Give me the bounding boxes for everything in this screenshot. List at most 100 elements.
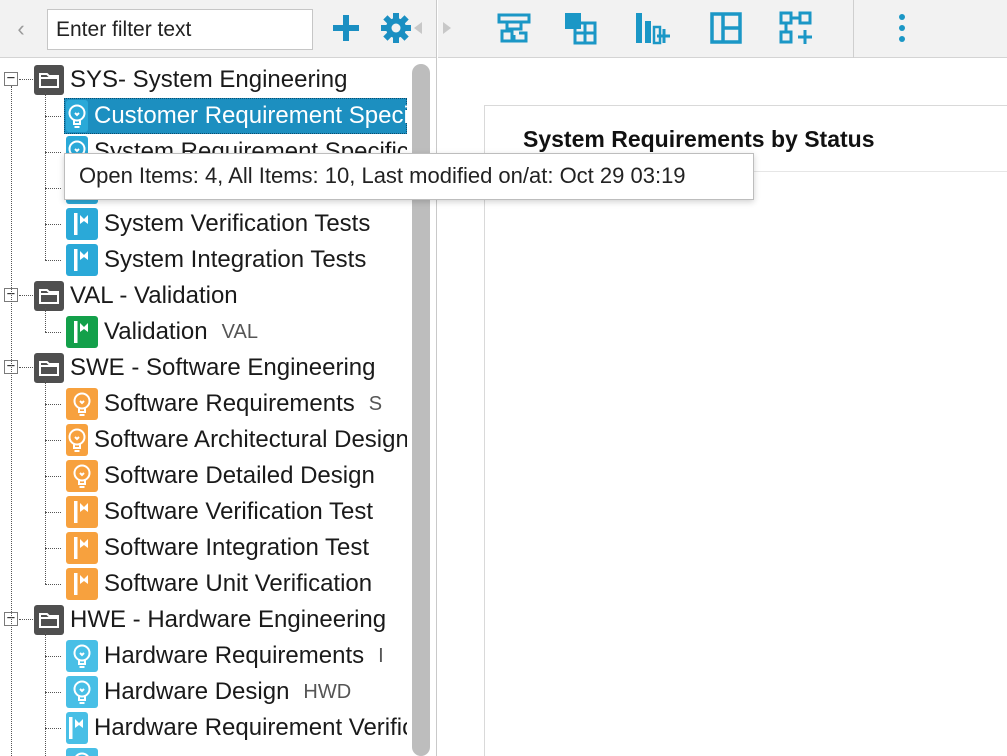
tree-item[interactable] (0, 746, 407, 756)
scroll-right-icon[interactable] (443, 22, 451, 34)
tree-item-key: I (378, 644, 384, 667)
tree-item-label: Software Architectural Design (94, 426, 407, 453)
folder-icon (34, 353, 64, 383)
chevron-left-icon[interactable]: ‹ (10, 14, 32, 44)
test-flag-icon (66, 568, 98, 600)
plus-icon[interactable] (326, 8, 366, 48)
test-flag-icon (66, 496, 98, 528)
requirement-bulb-icon (66, 676, 98, 708)
requirement-bulb-icon (66, 100, 88, 132)
tree-item-label: Software Integration Test (104, 534, 370, 561)
tree-item-label: Customer Requirement Specification (94, 102, 407, 129)
widget-card: System Requirements by Status (484, 105, 1007, 756)
tree-connector (19, 79, 33, 80)
tree-connector (45, 152, 61, 153)
gear-icon[interactable] (376, 8, 416, 48)
tree-item[interactable]: Software Requirements S (0, 386, 407, 422)
tree-connector (45, 260, 61, 261)
tree-item-tooltip: Open Items: 4, All Items: 10, Last modif… (64, 153, 754, 200)
tree-item[interactable]: Hardware Requirement Verification (0, 710, 407, 746)
folder-icon (34, 281, 64, 311)
test-flag-icon (66, 208, 98, 240)
tree-item[interactable]: Hardware Requirements I (0, 638, 407, 674)
tree-group-label: SYS- System Engineering (70, 66, 348, 93)
tree-group[interactable]: − VAL - Validation (0, 278, 407, 314)
test-flag-icon (66, 244, 98, 276)
more-vertical-icon[interactable] (880, 8, 924, 48)
requirement-bulb-icon (66, 460, 98, 492)
tree-item-key: VAL (221, 320, 258, 343)
tree-item-label: Hardware Requirements (104, 642, 365, 669)
tree-item-label: Hardware Requirement Verification (94, 714, 407, 741)
tree-item-key: S (368, 392, 383, 415)
tree-connector (45, 656, 61, 657)
tree-item-label: Software Unit Verification (104, 570, 373, 597)
tree-connector (19, 295, 33, 296)
tree-connector (45, 404, 61, 405)
tree-connector (45, 476, 61, 477)
tree-group-label: SWE - Software Engineering (70, 354, 376, 381)
test-flag-icon (66, 316, 98, 348)
requirement-bulb-icon (66, 388, 98, 420)
layout-blocks-icon[interactable] (558, 8, 602, 48)
folder-icon (34, 605, 64, 635)
tree-connector (45, 632, 46, 756)
widget-title: System Requirements by Status (523, 126, 875, 152)
tree-item[interactable]: Software Integration Test (0, 530, 407, 566)
toolbar-divider (853, 0, 854, 58)
tree-panel: ‹ − SYS- System Engineering Customer Requi… (0, 0, 437, 756)
tree-connector (19, 619, 33, 620)
tree-connector (45, 584, 61, 585)
tree-item-label: System Integration Tests (104, 246, 367, 273)
tree-item[interactable]: Hardware Design HWD (0, 674, 407, 710)
tree-connector (45, 332, 61, 333)
tree-connector (45, 692, 61, 693)
test-flag-icon (66, 712, 88, 744)
tree-connector (45, 440, 61, 441)
tree-group-label: HWE - Hardware Engineering (70, 606, 387, 633)
tree-connector (19, 367, 33, 368)
tree-item-label: Software Verification Test (104, 498, 374, 525)
tree-group[interactable]: − HWE - Hardware Engineering (0, 602, 407, 638)
tree-item[interactable]: Software Verification Test (0, 494, 407, 530)
tree-connector (45, 92, 46, 260)
hierarchy-icon[interactable] (492, 8, 536, 48)
requirement-bulb-icon (66, 640, 98, 672)
tree-item-label: Software Detailed Design (104, 462, 375, 489)
tree-connector (11, 86, 12, 756)
tree-item-label: System Verification Tests (104, 210, 371, 237)
tree-item[interactable]: System Integration Tests (0, 242, 407, 278)
main-toolbar (438, 0, 1007, 58)
tree-connector (45, 380, 46, 584)
tree-item[interactable]: System Verification Tests (0, 206, 407, 242)
tree-item-label: Validation (104, 318, 208, 345)
tree-item[interactable]: Validation VAL (0, 314, 407, 350)
tree-item[interactable]: Software Detailed Design (0, 458, 407, 494)
tree-group-label: VAL - Validation (70, 282, 238, 309)
tree-item[interactable]: Customer Requirement Specification (0, 98, 407, 134)
tree-connector (45, 728, 61, 729)
workflow-add-icon[interactable] (774, 8, 818, 48)
tree-group[interactable]: − SWE - Software Engineering (0, 350, 407, 386)
tree-item-label: Software Requirements (104, 390, 355, 417)
filter-input[interactable] (47, 9, 313, 50)
test-flag-icon (66, 532, 98, 564)
scroll-left-icon[interactable] (414, 22, 422, 34)
tree-item[interactable]: Software Unit Verification (0, 566, 407, 602)
collapse-icon[interactable]: − (4, 71, 18, 86)
panel-layout-icon[interactable] (704, 8, 748, 48)
tree-item-key: HWD (303, 680, 352, 703)
tree-item[interactable]: Software Architectural Design (0, 422, 407, 458)
tree-group[interactable]: − SYS- System Engineering (0, 62, 407, 98)
folder-icon (34, 65, 64, 95)
tree-connector (45, 308, 46, 332)
tree-item-label: Hardware Design (104, 678, 290, 705)
tree-connector (45, 224, 61, 225)
tree-connector (45, 116, 61, 117)
bar-chart-add-icon[interactable] (630, 8, 674, 48)
requirement-bulb-icon (66, 424, 88, 456)
tree-connector (45, 188, 61, 189)
tree-connector (45, 548, 61, 549)
tree-connector (45, 512, 61, 513)
tree-toolbar: ‹ (0, 0, 436, 58)
